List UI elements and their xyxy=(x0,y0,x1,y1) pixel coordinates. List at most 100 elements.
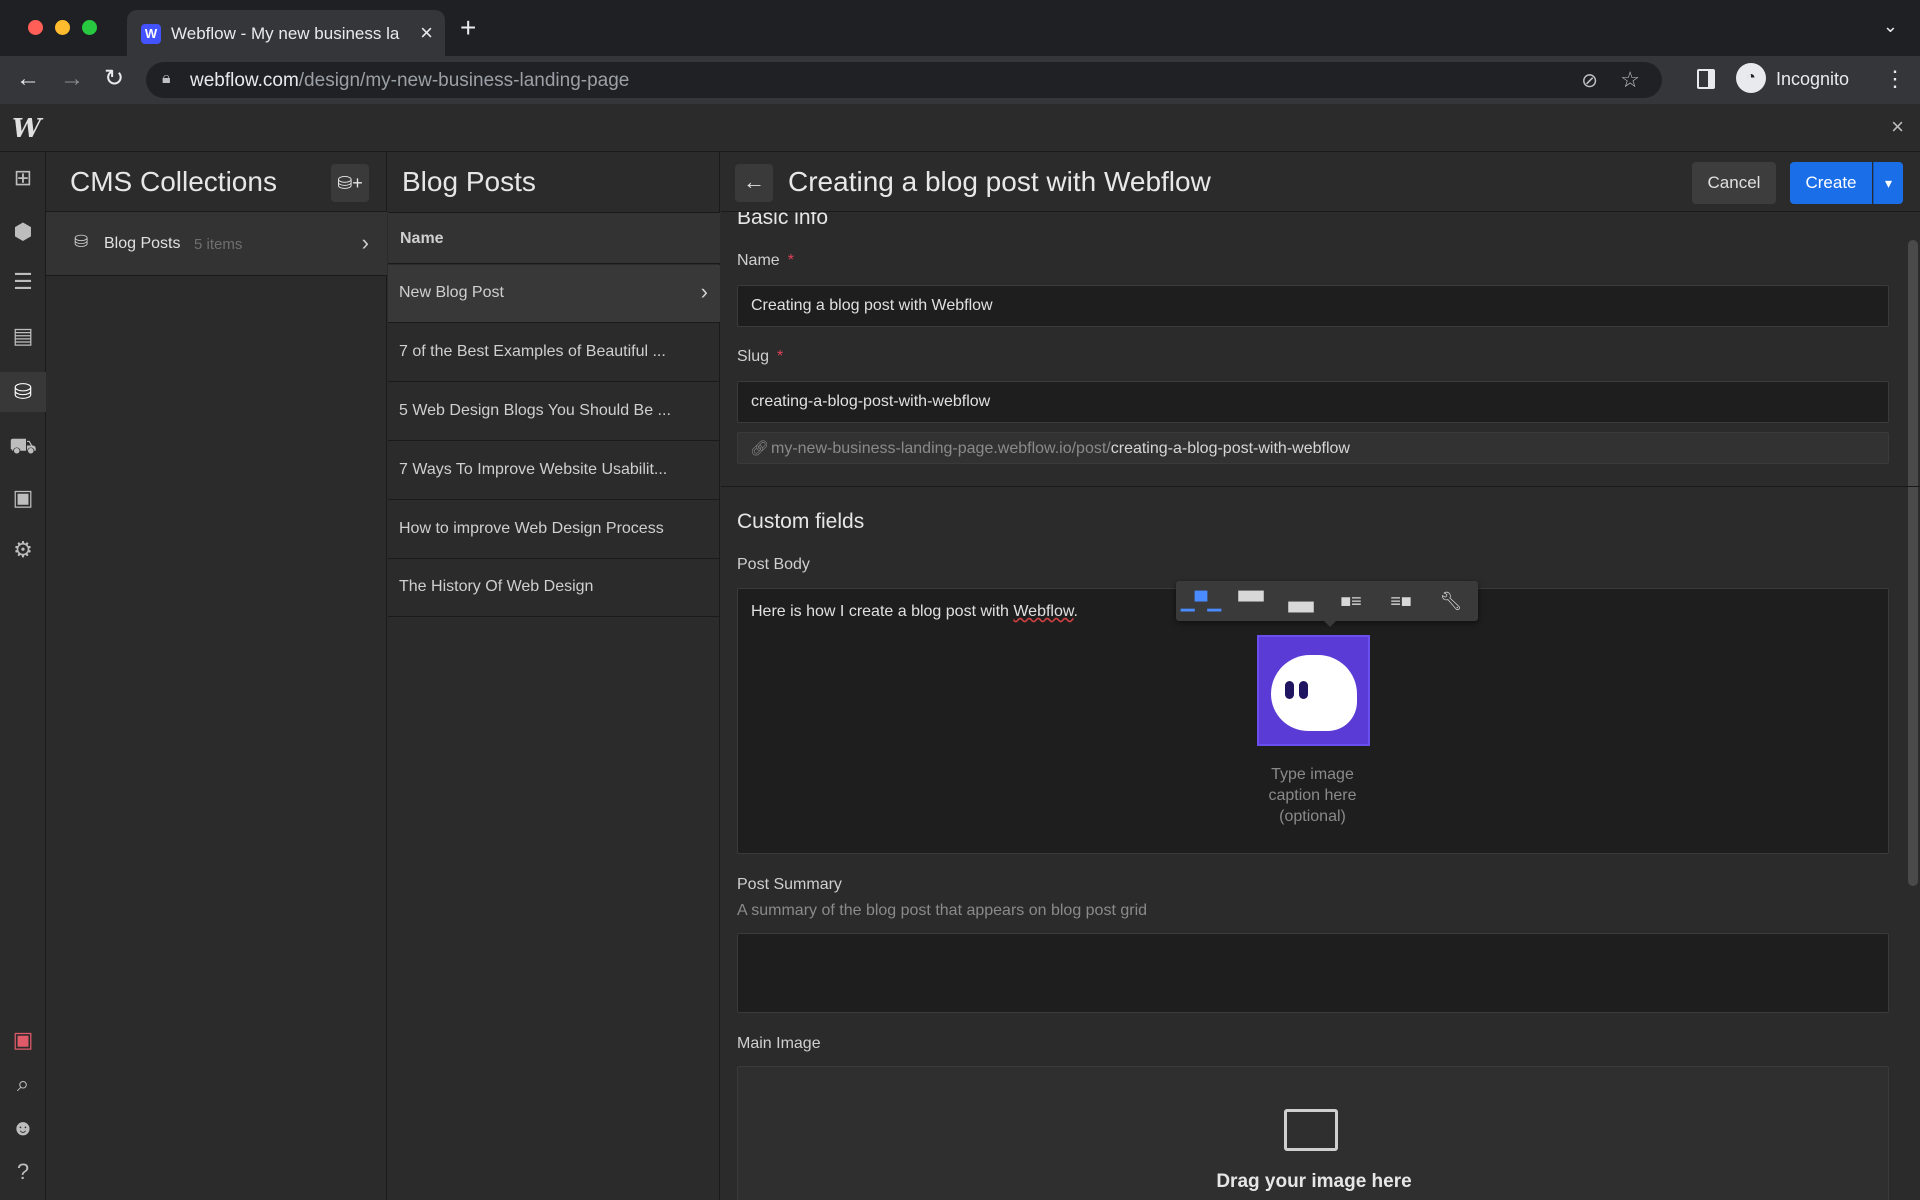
main-image-label: Main Image xyxy=(737,1035,821,1052)
ghost-eye xyxy=(1285,681,1294,699)
back-arrow-icon[interactable]: ← xyxy=(735,164,773,202)
left-icon-rail: ⊞ ⬢ ☰ ▤ ⛁ ⛟ ▣ ⚙ ▣ ⌕ ☻ ? xyxy=(0,152,46,1200)
align-inline-icon[interactable]: ▁▀▁ xyxy=(1176,581,1226,621)
editor-title: Creating a blog post with Webflow xyxy=(788,166,1211,197)
create-button[interactable]: Create xyxy=(1790,162,1872,204)
list-item-label: New Blog Post xyxy=(399,284,504,301)
cms-icon[interactable]: ⛁ xyxy=(0,372,46,412)
help-icon[interactable]: ? xyxy=(0,1152,46,1192)
float-right-icon[interactable]: ≡■ xyxy=(1376,581,1426,621)
post-summary-field[interactable] xyxy=(737,933,1889,1013)
reload-icon[interactable]: ↻ xyxy=(104,66,124,92)
webflow-top-bar: W × xyxy=(0,104,1920,152)
list-item[interactable]: 5 Web Design Blogs You Should Be ... xyxy=(388,383,720,441)
incognito-icon[interactable]: ◔ xyxy=(1736,63,1766,93)
tab-search-chevron-icon[interactable]: ⌄ xyxy=(1883,16,1898,37)
navigator-icon[interactable]: ☰ xyxy=(0,262,46,302)
collection-items-panel: Blog Posts Name New Blog Post › 7 of the… xyxy=(388,152,720,1200)
align-center-icon[interactable]: ▀▀ xyxy=(1226,581,1276,621)
float-left-icon[interactable]: ■≡ xyxy=(1326,581,1376,621)
address-bar[interactable]: 🔒︎ webflow.com/design/my-new-business-la… xyxy=(146,62,1662,98)
forward-arrow-icon[interactable]: → xyxy=(60,66,84,92)
create-options-chevron-icon[interactable]: ▾ xyxy=(1873,162,1903,204)
add-collection-button[interactable]: ⛁+ xyxy=(331,164,369,202)
editor-form[interactable]: Basic info Name * Creating a blog post wi… xyxy=(721,212,1920,1200)
ecommerce-icon[interactable]: ⛟ xyxy=(0,426,46,466)
users-icon[interactable]: ☻ xyxy=(0,1108,46,1148)
ghost-eye xyxy=(1299,681,1308,699)
required-icon: * xyxy=(787,252,794,269)
assets-icon[interactable]: ▣ xyxy=(0,478,46,518)
incognito-label[interactable]: Incognito xyxy=(1776,69,1849,90)
item-editor: ← Creating a blog post with Webflow Canc… xyxy=(721,152,1920,1200)
list-item[interactable]: How to improve Web Design Process xyxy=(388,501,720,559)
browser-toolbar: ← → ↻ 🔒︎ webflow.com/design/my-new-busin… xyxy=(0,56,1920,104)
close-window-button[interactable] xyxy=(28,20,43,35)
back-arrow-icon[interactable]: ← xyxy=(16,66,40,92)
collection-label: Blog Posts xyxy=(104,235,181,252)
browser-menu-icon[interactable]: ⋮ xyxy=(1884,66,1906,92)
search-icon[interactable]: ⌕ xyxy=(0,1064,46,1104)
image-toolbar: ▁▀▁ ▀▀ ▄▄ ■≡ ≡■ 🔧︎ xyxy=(1176,581,1478,627)
url-host: webflow.com xyxy=(190,70,299,91)
name-column-header[interactable]: Name xyxy=(388,212,720,264)
post-body-content: Here is how I create a blog post with xyxy=(751,603,1014,620)
tab-title: Webflow - My new business la xyxy=(171,24,400,43)
slug-label-text: Slug xyxy=(737,348,770,365)
image-placeholder-icon xyxy=(1284,1109,1338,1151)
slug-value: creating-a-blog-post-with-webflow xyxy=(751,393,991,410)
list-item[interactable]: 7 Ways To Improve Website Usabilit... xyxy=(388,442,720,500)
browser-tab[interactable]: W Webflow - My new business la × xyxy=(127,10,445,56)
lock-icon: 🔒︎ xyxy=(162,70,171,87)
collection-item-blog-posts[interactable]: ⛁ Blog Posts 5 items › xyxy=(46,212,387,276)
list-item[interactable]: The History Of Web Design xyxy=(388,559,720,617)
list-item[interactable]: New Blog Post › xyxy=(388,265,720,323)
close-panel-icon[interactable]: × xyxy=(1891,114,1904,140)
minimize-window-button[interactable] xyxy=(55,20,70,35)
side-panel-icon[interactable] xyxy=(1697,69,1715,89)
post-body-label: Post Body xyxy=(737,556,810,573)
list-item-label: 5 Web Design Blogs You Should Be ... xyxy=(399,402,671,419)
cms-collections-panel: CMS Collections ⛁+ ⛁ Blog Posts 5 items … xyxy=(46,152,387,1200)
main-image-dropzone[interactable]: Drag your image here xyxy=(737,1066,1889,1200)
url-path: /design/my-new-business-landing-page xyxy=(298,70,630,91)
audit-icon[interactable]: ▣ xyxy=(0,1020,46,1060)
new-tab-icon[interactable]: + xyxy=(460,14,476,42)
link-icon: 🔗︎ xyxy=(750,440,770,457)
add-icon[interactable]: ⊞ xyxy=(0,158,46,198)
slug-field[interactable]: creating-a-blog-post-with-webflow xyxy=(737,381,1889,423)
post-body-text[interactable]: Here is how I create a blog post with We… xyxy=(751,603,1078,621)
list-item[interactable]: 7 of the Best Examples of Beautiful ... xyxy=(388,324,720,382)
webflow-logo[interactable]: W xyxy=(12,114,41,144)
list-item-label: 7 Ways To Improve Website Usabilit... xyxy=(399,461,668,478)
image-caption-input[interactable]: Type image caption here (optional) xyxy=(1250,764,1375,827)
align-full-width-icon[interactable]: ▄▄ xyxy=(1276,581,1326,621)
editor-scrollbar[interactable] xyxy=(1908,240,1918,886)
collection-count: 5 items xyxy=(194,236,243,253)
name-value: Creating a blog post with Webflow xyxy=(751,297,993,314)
ghost-image-icon xyxy=(1271,655,1357,731)
pages-icon[interactable]: ▤ xyxy=(0,316,46,356)
settings-icon[interactable]: ⚙ xyxy=(0,530,46,570)
components-icon[interactable]: ⬢ xyxy=(0,212,46,252)
wrench-icon[interactable]: 🔧︎ xyxy=(1426,581,1476,621)
cancel-button[interactable]: Cancel xyxy=(1692,162,1776,204)
bookmark-star-icon[interactable]: ☆ xyxy=(1620,67,1640,93)
name-field[interactable]: Creating a blog post with Webflow xyxy=(737,285,1889,327)
list-item-label: The History Of Web Design xyxy=(399,578,594,595)
slug-label: Slug * xyxy=(737,348,783,366)
tracking-protection-eye-icon[interactable]: ⊘ xyxy=(1581,68,1598,93)
maximize-window-button[interactable] xyxy=(82,20,97,35)
browser-tab-strip: W Webflow - My new business la × + ⌄ xyxy=(0,0,1920,56)
close-tab-icon[interactable]: × xyxy=(420,20,433,46)
embedded-image[interactable] xyxy=(1257,635,1370,746)
collection-items-header: Blog Posts xyxy=(388,152,720,212)
name-label-text: Name xyxy=(737,252,780,269)
list-item-label: 7 of the Best Examples of Beautiful ... xyxy=(399,343,666,360)
name-label: Name * xyxy=(737,252,794,270)
editor-header: ← Creating a blog post with Webflow Canc… xyxy=(721,152,1920,212)
basic-info-heading: Basic info xyxy=(737,212,829,229)
post-body-rich-text[interactable]: Here is how I create a blog post with We… xyxy=(737,581,1889,854)
list-item-label: How to improve Web Design Process xyxy=(399,520,664,537)
slug-url-preview: 🔗︎ my-new-business-landing-page.webflow.… xyxy=(737,432,1889,464)
